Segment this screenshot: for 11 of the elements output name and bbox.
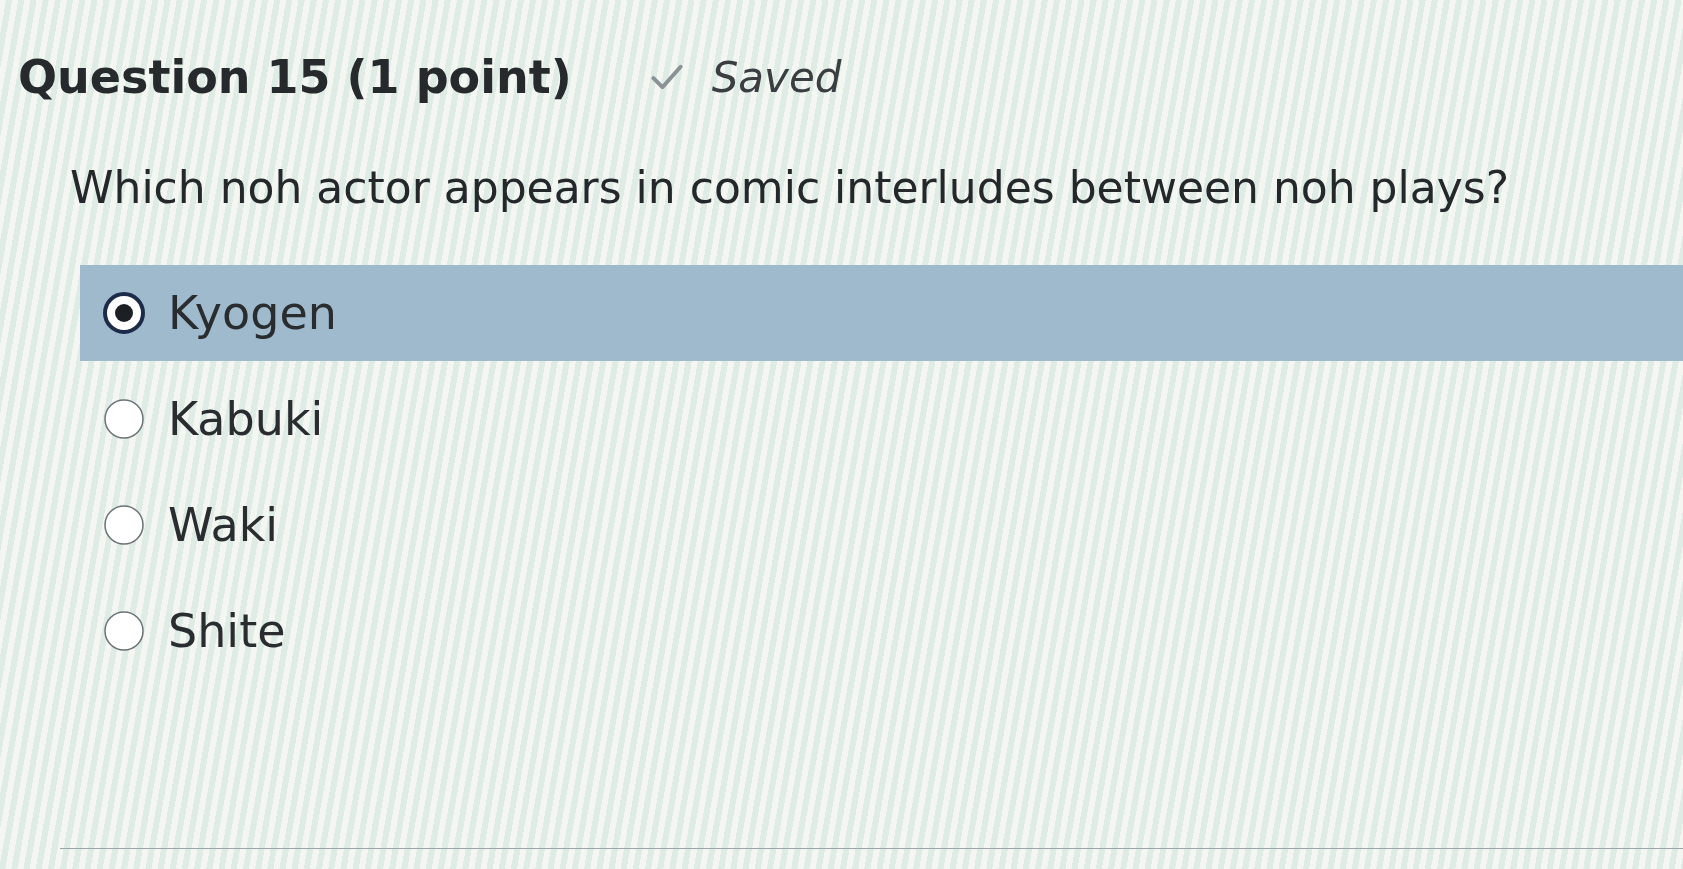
answer-option[interactable]: Waki xyxy=(80,477,1683,573)
question-text: Which noh actor appears in comic interludes between noh plays? xyxy=(70,162,1510,213)
radio-button[interactable] xyxy=(102,397,146,441)
answer-option[interactable]: Kabuki xyxy=(80,371,1683,467)
question-title: Question 15 (1 point) xyxy=(18,50,572,104)
radio-button[interactable] xyxy=(102,291,146,335)
selected-answer-row[interactable]: Kyogen xyxy=(80,265,1683,361)
saved-status: Saved xyxy=(711,52,842,102)
radio-button[interactable] xyxy=(102,503,146,547)
answer-option[interactable]: Shite xyxy=(80,583,1683,679)
radio-button[interactable] xyxy=(102,609,146,653)
